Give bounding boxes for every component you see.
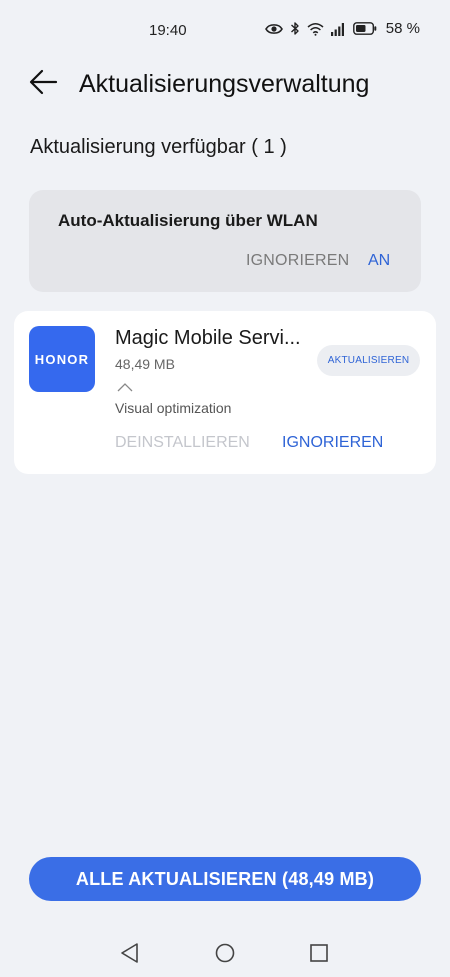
status-time: 19:40 <box>149 22 187 39</box>
battery-percentage: 58 % <box>385 20 420 37</box>
update-app-button[interactable]: AKTUALISIEREN <box>317 345 420 376</box>
uninstall-button[interactable]: DEINSTALLIEREN <box>115 434 250 452</box>
app-update-card: HONOR Magic Mobile Servi... 48,49 MB Vis… <box>14 311 436 474</box>
eye-icon <box>264 22 283 36</box>
back-button[interactable] <box>24 64 64 104</box>
auto-update-wlan-card: Auto-Aktualisierung über WLAN IGNORIEREN… <box>29 190 421 292</box>
app-update-description: Visual optimization <box>115 400 232 416</box>
chevron-up-icon[interactable] <box>117 379 133 392</box>
updates-available-heading: Aktualisierung verfügbar ( 1 ) <box>30 136 287 158</box>
status-icons: 58 % <box>264 20 420 37</box>
signal-icon <box>330 22 346 36</box>
wlan-ignore-button[interactable]: IGNORIEREN <box>246 252 349 270</box>
status-bar: 19:40 58 % <box>0 0 450 60</box>
navigation-bar <box>0 935 450 977</box>
nav-back-icon[interactable] <box>119 942 141 969</box>
auto-update-wlan-title: Auto-Aktualisierung über WLAN <box>58 211 318 230</box>
wlan-on-button[interactable]: AN <box>368 252 390 270</box>
bluetooth-icon <box>290 21 300 36</box>
update-all-button[interactable]: ALLE AKTUALISIEREN (48,49 MB) <box>29 857 421 901</box>
app-size: 48,49 MB <box>115 356 175 372</box>
honor-app-icon: HONOR <box>29 326 95 392</box>
page-title: Aktualisierungsverwaltung <box>79 70 370 98</box>
honor-logo-text: HONOR <box>34 351 90 367</box>
ignore-app-button[interactable]: IGNORIEREN <box>282 434 383 452</box>
nav-home-icon[interactable] <box>214 942 236 969</box>
wifi-icon <box>307 22 324 36</box>
app-bar: Aktualisierungsverwaltung <box>0 60 450 120</box>
app-name: Magic Mobile Servi... <box>115 327 301 349</box>
nav-recents-icon[interactable] <box>309 943 329 968</box>
arrow-left-icon <box>29 69 59 100</box>
battery-icon <box>352 22 377 35</box>
